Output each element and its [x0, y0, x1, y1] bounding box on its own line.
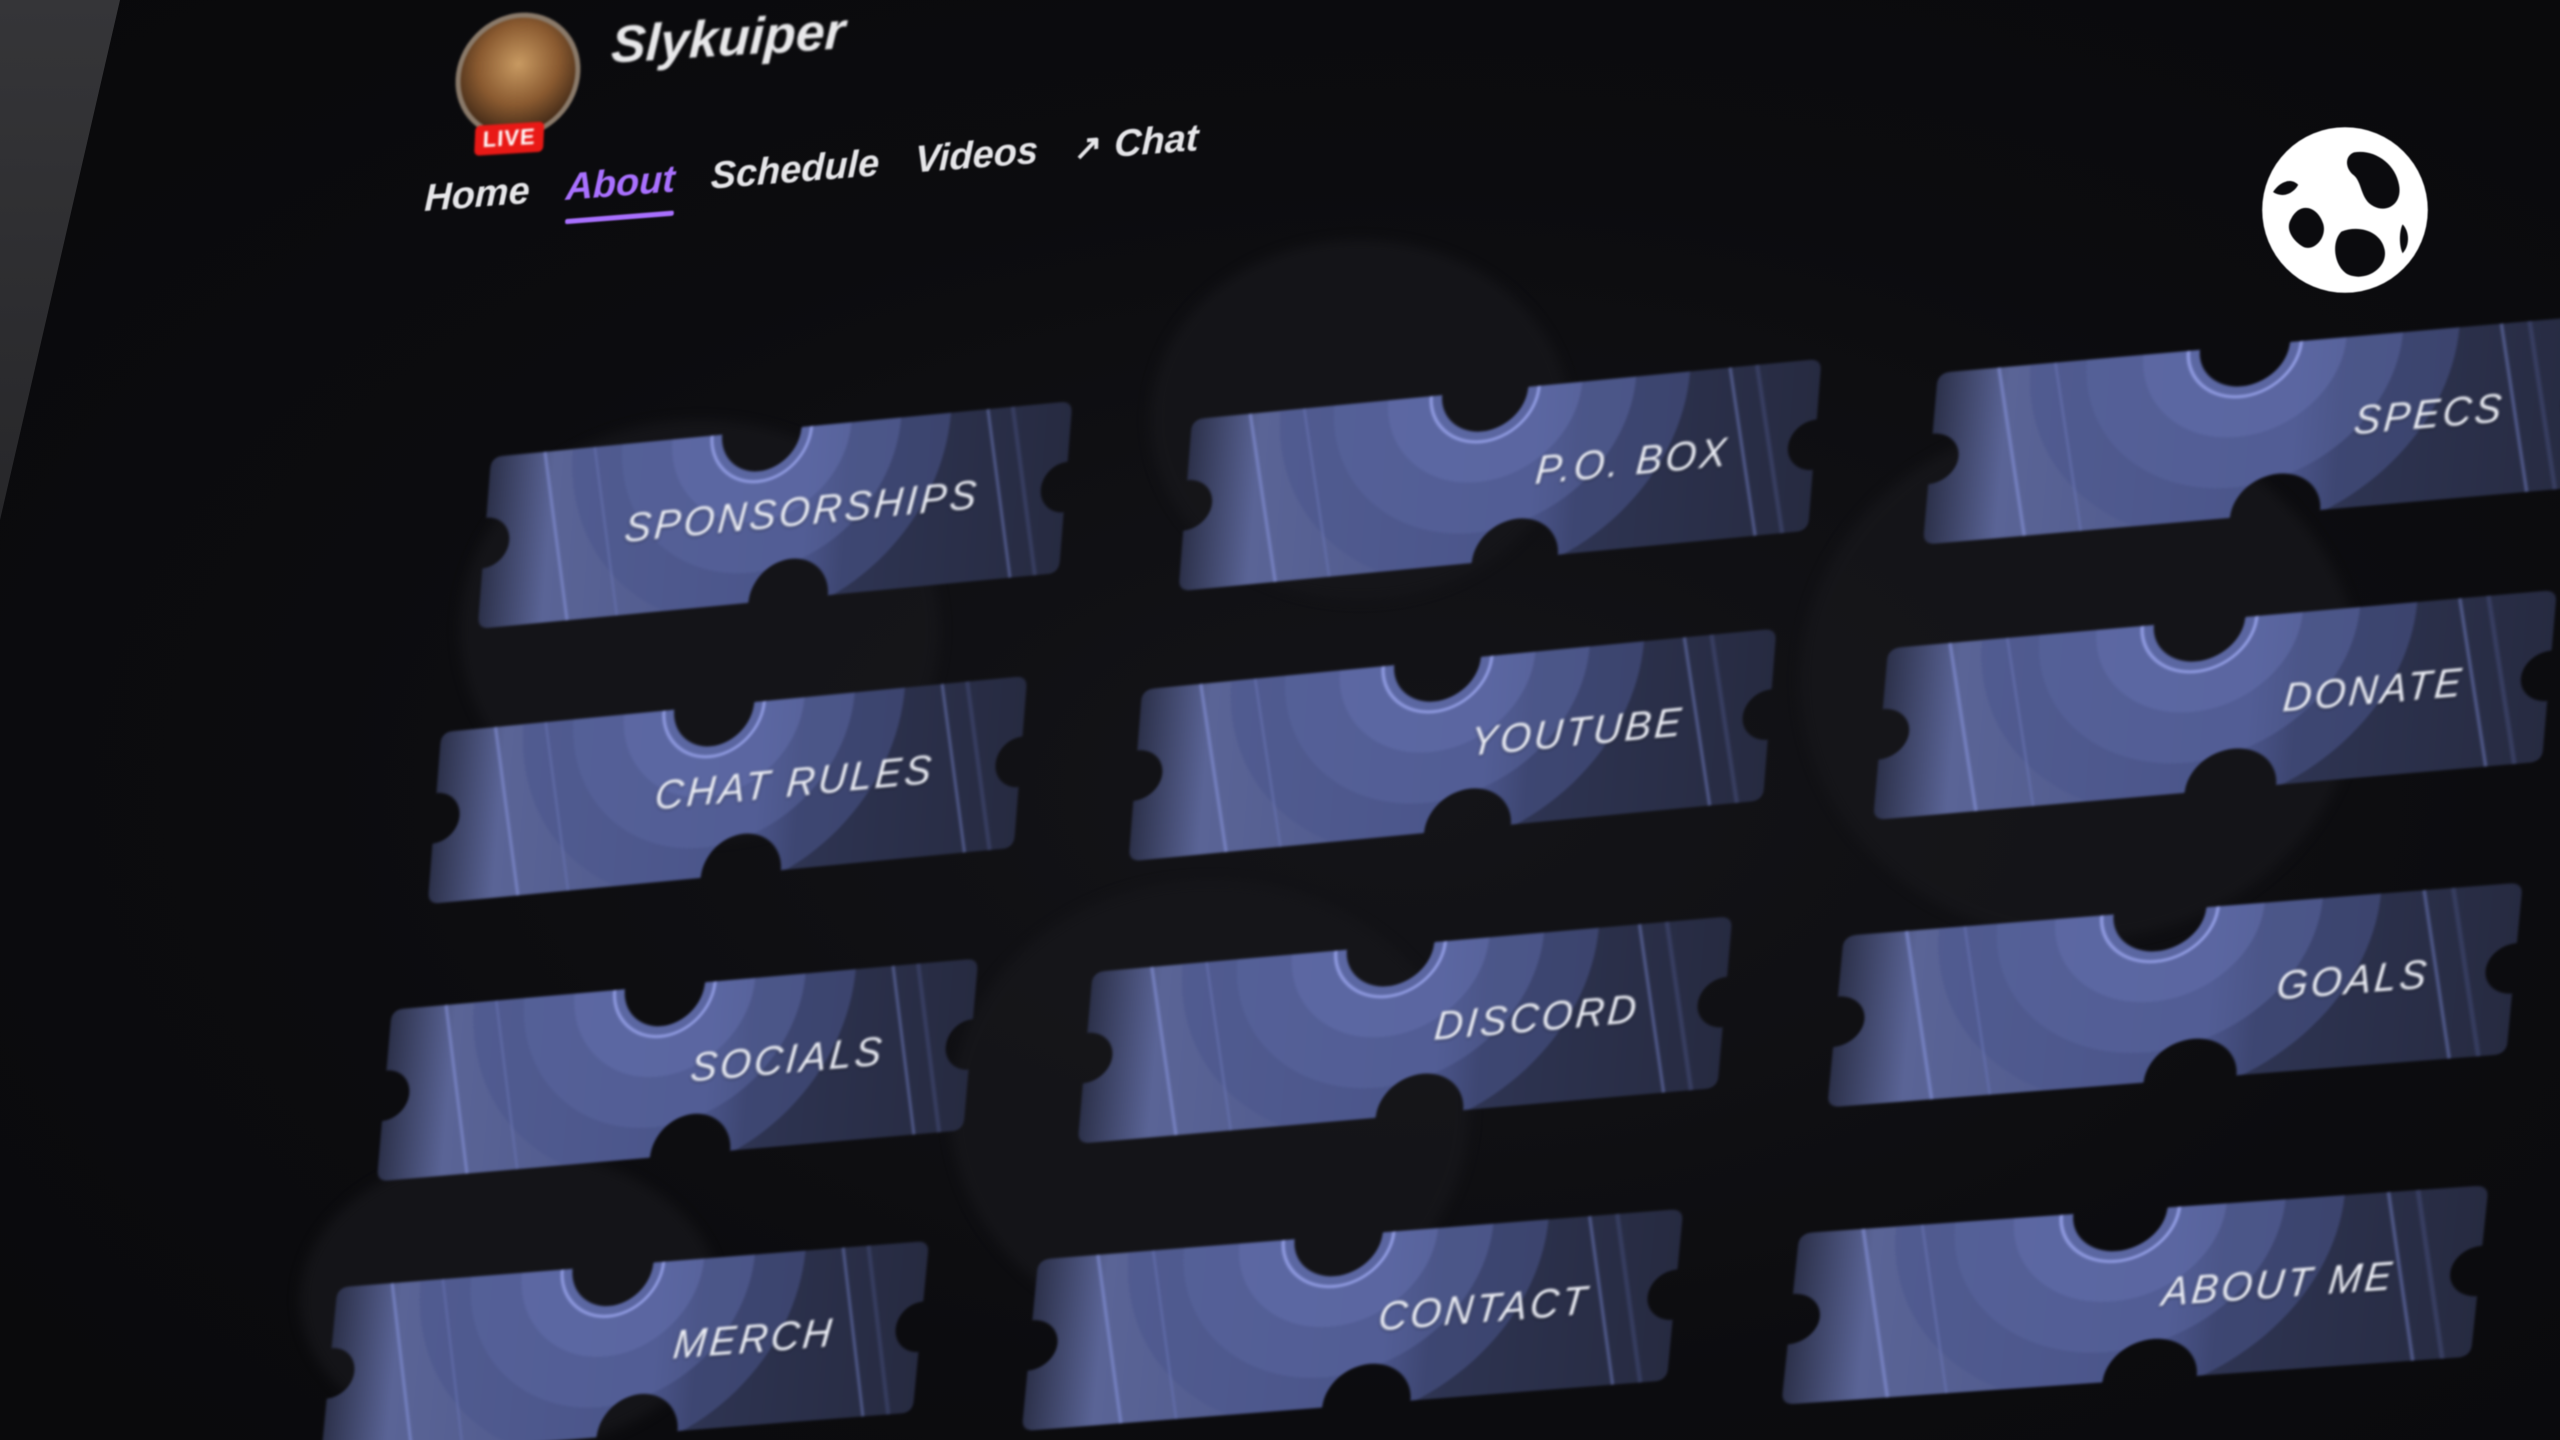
tab-chat-label: Chat [1113, 117, 1200, 166]
panel-button-socials[interactable]: SOCIALS [368, 948, 988, 1193]
panel-button-specs[interactable]: SPECS [1913, 304, 2560, 555]
panel-button-youtube[interactable]: YOUTUBE [1119, 617, 1786, 872]
live-badge: LIVE [474, 121, 545, 156]
page-edge [0, 0, 120, 520]
panel-button-sponsorships[interactable]: SPONSORSHIPS [469, 390, 1081, 640]
tab-schedule[interactable]: Schedule [710, 142, 880, 198]
tab-videos[interactable]: Videos [915, 130, 1039, 183]
ticket-shape [376, 958, 979, 1182]
external-arrow-icon: ↗ [1073, 127, 1103, 169]
channel-header: LIVE Slykuiper [452, 0, 846, 156]
panel-button-goals[interactable]: GOALS [1817, 872, 2533, 1119]
tab-about[interactable]: About [565, 158, 676, 210]
tab-home[interactable]: Home [424, 170, 530, 222]
tab-chat[interactable]: ↗ Chat [1073, 117, 1199, 170]
panel-button-about-me[interactable]: ABOUT ME [1771, 1174, 2499, 1415]
avatar-container[interactable]: LIVE [452, 8, 593, 156]
ticket-shape [1128, 628, 1777, 862]
channel-name[interactable]: Slykuiper [610, 0, 846, 75]
globe-logo-icon [2255, 120, 2435, 300]
stream-about-page: LIVE Slykuiper Home About Schedule Video… [0, 0, 2560, 1440]
